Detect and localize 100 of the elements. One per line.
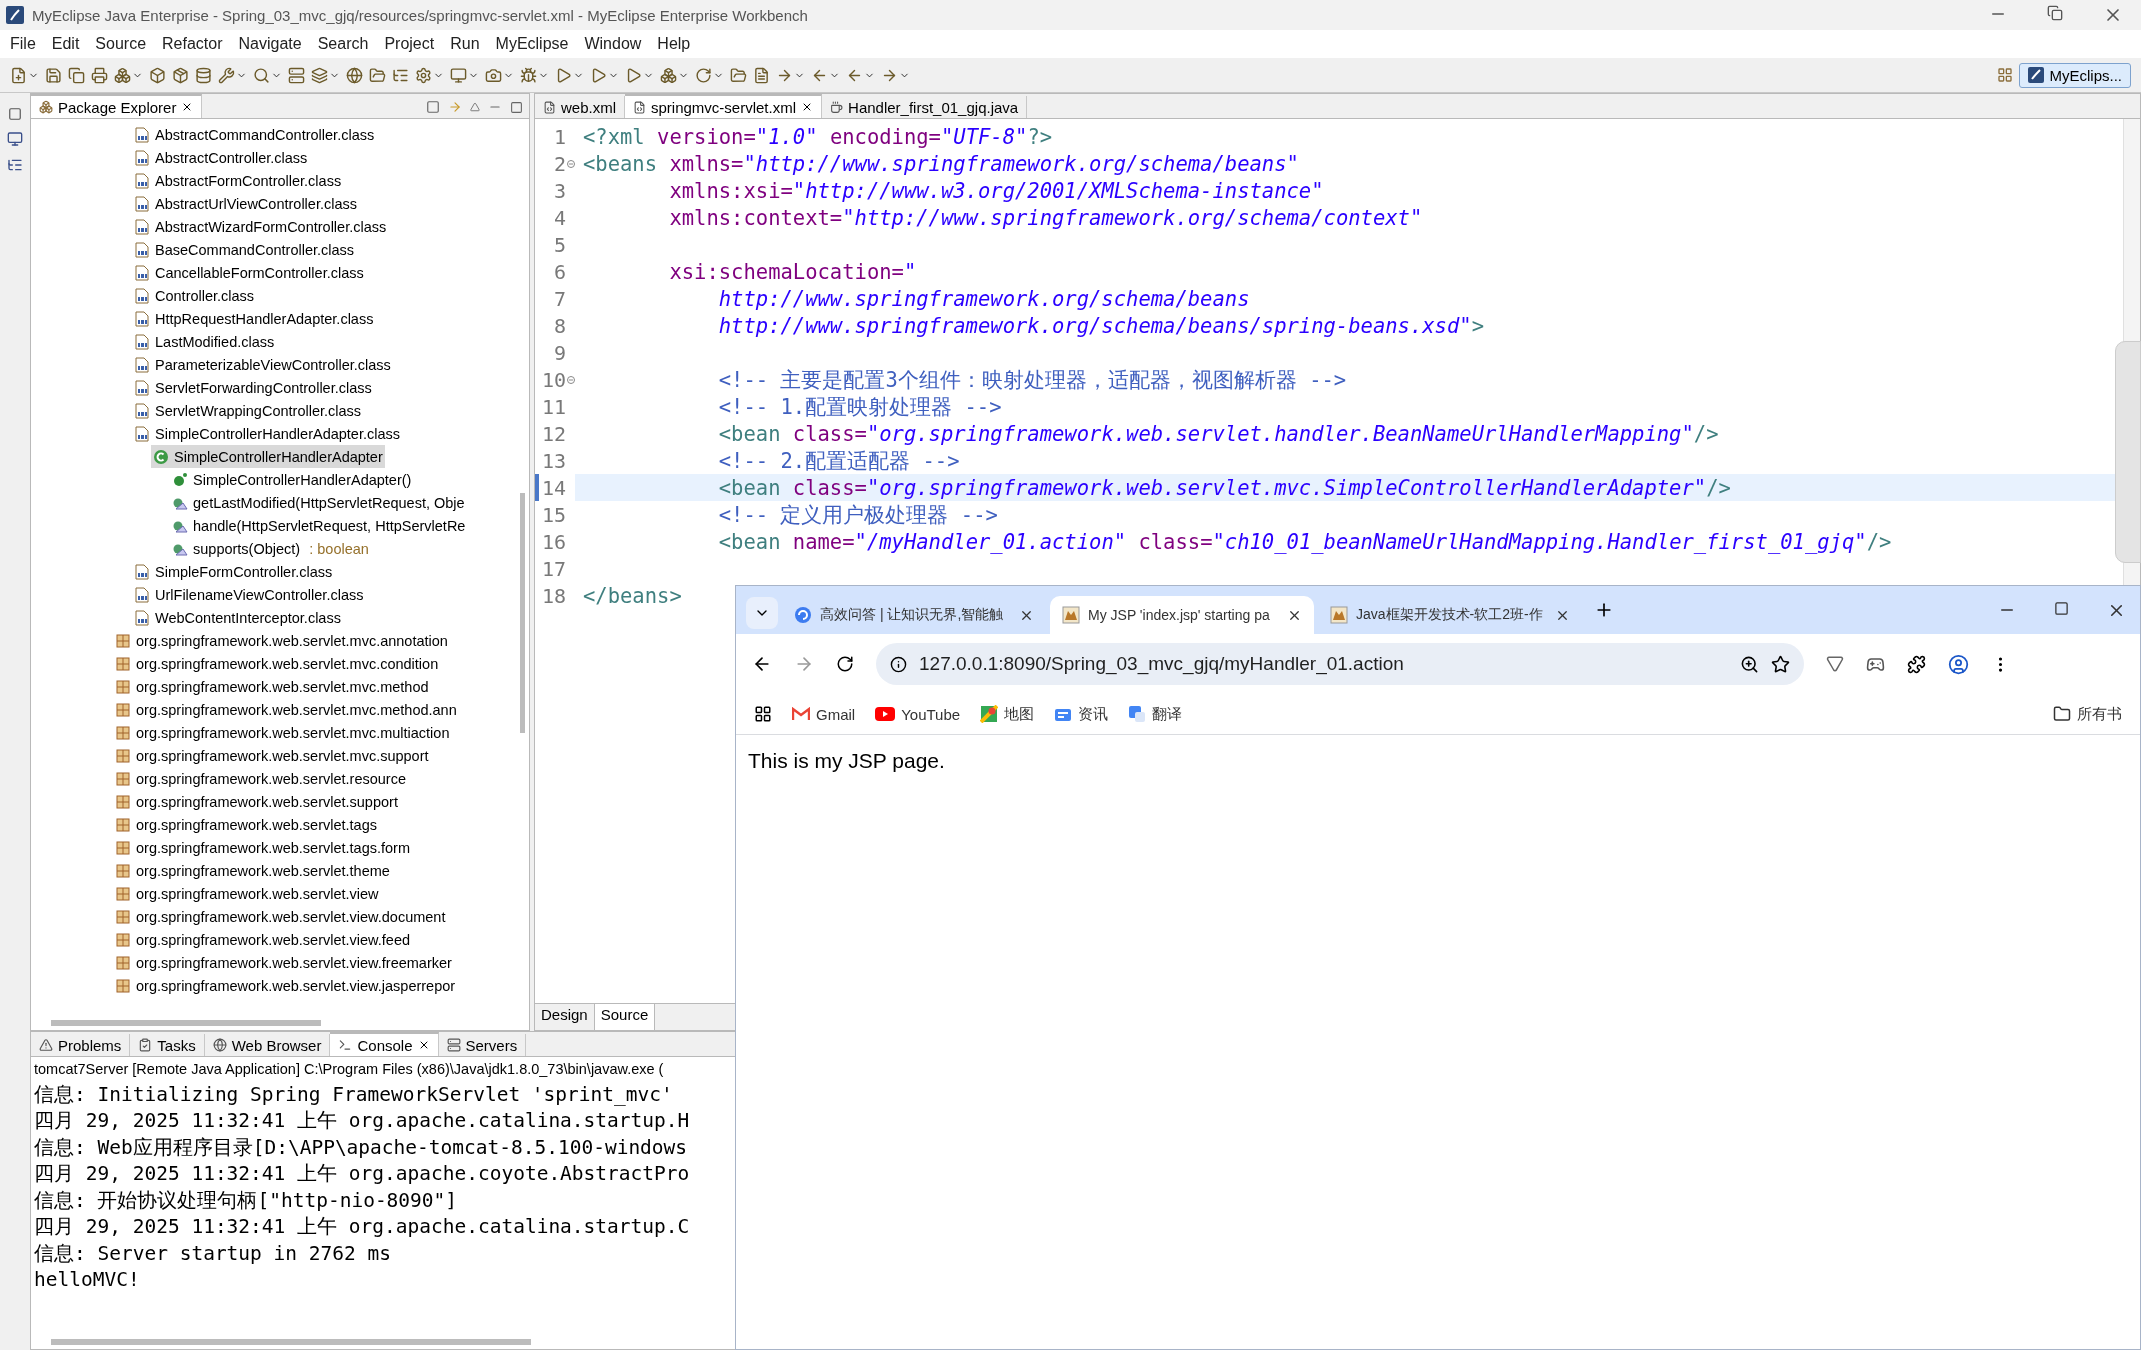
- new-file-icon[interactable]: [10, 66, 27, 84]
- tree-item[interactable]: AbstractWizardFormController.class: [132, 215, 389, 238]
- tree-item[interactable]: WebContentInterceptor.class: [132, 606, 343, 629]
- run-server-icon[interactable]: [625, 66, 642, 84]
- tree-item[interactable]: org.springframework.web.servlet.mvc.annotation: [113, 629, 450, 652]
- menu-item[interactable]: Search: [311, 33, 375, 55]
- database-icon[interactable]: [195, 66, 212, 84]
- tab-search-button[interactable]: [746, 597, 778, 629]
- bookmark-link[interactable]: 地图: [980, 704, 1035, 724]
- run-external-icon[interactable]: [590, 66, 607, 84]
- menu-item[interactable]: Refactor: [156, 33, 229, 55]
- wrench-icon[interactable]: [218, 66, 235, 84]
- menu-item[interactable]: MyEclipse: [489, 33, 575, 55]
- tree-item[interactable]: org.springframework.web.servlet.mvc.method: [113, 675, 431, 698]
- tree-item[interactable]: HttpRequestHandlerAdapter.class: [132, 307, 376, 330]
- tree-item[interactable]: SimpleControllerHandlerAdapter: [151, 445, 385, 468]
- tree-item[interactable]: org.springframework.web.servlet.mvc.support: [113, 744, 431, 767]
- globe-icon[interactable]: [346, 66, 363, 84]
- zoom-icon[interactable]: [1740, 654, 1759, 674]
- bookmarks-folder[interactable]: 所有书: [2053, 704, 2122, 724]
- tree-item[interactable]: SimpleControllerHandlerAdapter(): [170, 468, 414, 491]
- tree-item[interactable]: handle(HttpServletRequest, HttpServletRe: [170, 514, 468, 537]
- view-tab[interactable]: Console: [330, 1032, 439, 1056]
- search-icon[interactable]: [253, 66, 270, 84]
- address-bar[interactable]: 127.0.0.1:8090/Spring_03_mvc_gjq/myHandler_01.action: [876, 643, 1804, 685]
- menu-item[interactable]: Project: [378, 33, 441, 55]
- tree-item[interactable]: CancellableFormController.class: [132, 261, 366, 284]
- tree-item[interactable]: org.springframework.web.servlet.tags.form: [113, 836, 412, 859]
- bookmark-star-icon[interactable]: [1771, 654, 1790, 674]
- info-icon[interactable]: [890, 655, 907, 673]
- bookmark-link[interactable]: 资讯: [1054, 704, 1109, 724]
- layers-icon[interactable]: [311, 66, 328, 84]
- tree-item[interactable]: org.springframework.web.servlet.view.freemarker: [113, 951, 454, 974]
- tree-item[interactable]: SimpleFormController.class: [132, 560, 335, 583]
- tree-item[interactable]: BaseCommandController.class: [132, 238, 357, 261]
- tree-item[interactable]: AbstractCommandController.class: [132, 123, 377, 146]
- tree-item[interactable]: supports(Object) : boolean: [170, 537, 371, 560]
- tree-item[interactable]: org.springframework.web.servlet.mvc.multiaction: [113, 721, 452, 744]
- menu-item[interactable]: Window: [578, 33, 648, 55]
- tree-item[interactable]: AbstractController.class: [132, 146, 310, 169]
- fold-icon[interactable]: [567, 159, 575, 168]
- menu-item[interactable]: Edit: [45, 33, 86, 55]
- tree-item[interactable]: org.springframework.web.servlet.mvc.method.ann: [113, 698, 459, 721]
- tree-item[interactable]: org.springframework.web.servlet.resource: [113, 767, 408, 790]
- tree-item[interactable]: org.springframework.web.servlet.view.feed: [113, 928, 412, 951]
- restore-icon[interactable]: [2047, 5, 2063, 21]
- menu-item[interactable]: Run: [444, 33, 486, 55]
- tree-item[interactable]: org.springframework.web.servlet.support: [113, 790, 400, 813]
- editor-tab[interactable]: springmvc-servlet.xml: [625, 94, 823, 118]
- extensions-icon[interactable]: [1907, 654, 1926, 674]
- bookmark-link[interactable]: 翻译: [1128, 704, 1183, 724]
- reload-icon[interactable]: [836, 655, 854, 673]
- tree-item[interactable]: org.springframework.web.servlet.theme: [113, 859, 392, 882]
- scrollbar-thumb[interactable]: [51, 1020, 321, 1026]
- tree-item[interactable]: org.springframework.web.servlet.view: [113, 882, 381, 905]
- perspective-button[interactable]: MyEclips...: [2019, 62, 2131, 88]
- tree-item[interactable]: AbstractUrlViewController.class: [132, 192, 359, 215]
- tree-item[interactable]: ParameterizableViewController.class: [132, 353, 393, 376]
- box-icon[interactable]: [172, 66, 189, 84]
- view-tab[interactable]: Package Explorer: [31, 94, 203, 118]
- tree-item[interactable]: LastModified.class: [132, 330, 277, 353]
- grid-icon[interactable]: [660, 66, 677, 84]
- scrollbar-thumb[interactable]: [519, 493, 525, 733]
- fold-icon[interactable]: [567, 375, 575, 384]
- cubes-icon[interactable]: [114, 66, 131, 84]
- extension-icon[interactable]: [1826, 655, 1844, 673]
- print-icon[interactable]: [91, 66, 108, 84]
- save-all-icon[interactable]: [68, 66, 85, 84]
- bookmark-link[interactable]: YouTube: [875, 705, 961, 723]
- bookmark-link[interactable]: Gmail: [792, 705, 856, 723]
- run-icon[interactable]: [555, 66, 572, 84]
- cube-icon[interactable]: [149, 66, 166, 84]
- open-perspective-icon[interactable]: [1997, 67, 2014, 83]
- tree-item[interactable]: AbstractFormController.class: [132, 169, 344, 192]
- browser-tab[interactable]: Java框架开发技术-软工2班-作: [1318, 596, 1582, 634]
- refresh-icon[interactable]: [695, 66, 712, 84]
- tree-item[interactable]: Controller.class: [132, 284, 257, 307]
- folder-icon[interactable]: [369, 66, 386, 84]
- server-icon[interactable]: [288, 66, 305, 84]
- tree-item[interactable]: org.springframework.web.servlet.view.document: [113, 905, 448, 928]
- maximize-icon[interactable]: [2054, 600, 2069, 616]
- tree-item[interactable]: SimpleControllerHandlerAdapter.class: [132, 422, 402, 445]
- tree-item[interactable]: org.springframework.web.servlet.view.jasperrepor: [113, 974, 458, 997]
- tree-item[interactable]: ServletForwardingController.class: [132, 376, 374, 399]
- menu-item[interactable]: Navigate: [232, 33, 308, 55]
- camera-icon[interactable]: [485, 66, 502, 84]
- tree-item[interactable]: org.springframework.web.servlet.mvc.condition: [113, 652, 441, 675]
- save-icon[interactable]: [45, 66, 62, 84]
- scrollbar-thumb[interactable]: [51, 1339, 531, 1345]
- browser-tab[interactable]: My JSP 'index.jsp' starting pa: [1050, 596, 1314, 634]
- open-folder-icon[interactable]: [730, 66, 747, 84]
- bug-icon[interactable]: [520, 66, 537, 84]
- tree-item[interactable]: org.springframework.web.servlet.tags: [113, 813, 379, 836]
- document-icon[interactable]: [753, 66, 770, 84]
- menu-item[interactable]: File: [4, 33, 42, 55]
- menu-item[interactable]: Help: [651, 33, 697, 55]
- browser-tab[interactable]: 高效问答 | 让知识无界,智能触: [782, 596, 1046, 634]
- tree-item[interactable]: ServletWrappingController.class: [132, 399, 364, 422]
- tree-item[interactable]: UrlFilenameViewController.class: [132, 583, 366, 606]
- menu-item[interactable]: Source: [89, 33, 153, 55]
